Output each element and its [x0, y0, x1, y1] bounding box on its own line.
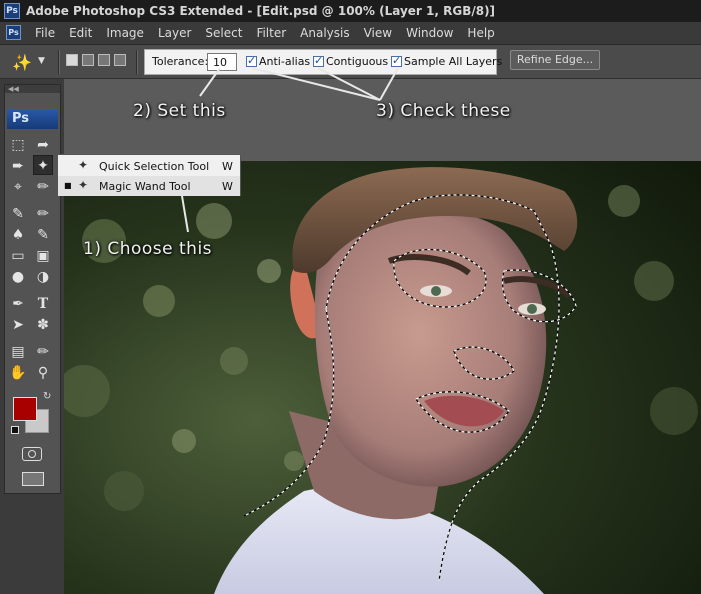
- menu-image[interactable]: Image: [99, 22, 151, 44]
- annotation-check: 3) Check these: [376, 101, 511, 121]
- clone-stamp-icon[interactable]: ♠: [8, 225, 28, 245]
- title-bar: Ps Adobe Photoshop CS3 Extended - [Edit.…: [0, 0, 701, 22]
- magic-wand-tool-icon[interactable]: ✦: [33, 155, 53, 175]
- contiguous-checkbox[interactable]: [313, 54, 324, 67]
- window-title: Adobe Photoshop CS3 Extended - [Edit.psd…: [26, 4, 496, 18]
- menu-view[interactable]: View: [357, 22, 399, 44]
- menu-bar: Ps File Edit Image Layer Select Filter A…: [0, 22, 701, 45]
- magic-wand-shortcut: W: [222, 180, 233, 193]
- menu-layer[interactable]: Layer: [151, 22, 198, 44]
- contiguous-label: Contiguous: [326, 55, 389, 68]
- menu-window[interactable]: Window: [399, 22, 460, 44]
- photo-image: [64, 161, 701, 594]
- photoshop-logo[interactable]: Ps: [7, 109, 58, 129]
- crop-tool-icon[interactable]: ⌖: [8, 177, 28, 197]
- document-canvas[interactable]: [64, 161, 701, 594]
- options-bar: ✨ ▼ Tolerance: 10 Anti-alias Contiguous …: [0, 45, 701, 79]
- menu-help[interactable]: Help: [460, 22, 501, 44]
- path-selection-icon[interactable]: ➤: [8, 315, 28, 335]
- brush-tool-icon[interactable]: ✏: [33, 204, 53, 224]
- wand-options-panel: Tolerance: 10 Anti-alias Contiguous Samp…: [144, 49, 502, 75]
- quick-selection-icon: ✦: [78, 158, 89, 172]
- blur-tool-icon[interactable]: ●: [8, 267, 28, 287]
- move-tool-icon[interactable]: ➦: [33, 135, 53, 155]
- eyedropper-tool-icon[interactable]: ✏: [33, 177, 53, 197]
- tool-preset-picker[interactable]: ✨ ▼: [8, 51, 52, 73]
- history-brush-icon[interactable]: ✎: [33, 225, 53, 245]
- sample-all-layers-checkbox[interactable]: [391, 54, 402, 67]
- quick-mask-icon[interactable]: [22, 447, 42, 461]
- selection-modes: [66, 54, 126, 66]
- quick-selection-tool-item[interactable]: ✦ Quick Selection Tool W: [58, 156, 240, 176]
- shape-tool-icon[interactable]: ✽: [33, 315, 53, 335]
- subtract-from-selection-button[interactable]: [98, 54, 110, 66]
- intersect-selection-button[interactable]: [114, 54, 126, 66]
- menu-filter[interactable]: Filter: [249, 22, 293, 44]
- default-colors-icon[interactable]: [11, 426, 19, 434]
- menu-analysis[interactable]: Analysis: [293, 22, 356, 44]
- anti-alias-checkbox[interactable]: [246, 54, 257, 67]
- annotation-choose: 1) Choose this: [83, 239, 213, 259]
- magic-wand-tool-item[interactable]: ■ ✦ Magic Wand Tool W: [58, 176, 240, 196]
- marquee-tool-icon[interactable]: ⬚: [8, 135, 28, 155]
- toolbox-grip[interactable]: ◀◀: [5, 85, 60, 93]
- new-selection-button[interactable]: [66, 54, 78, 66]
- dodge-tool-icon[interactable]: ◑: [33, 267, 53, 287]
- active-bullet-icon: ■: [64, 181, 72, 190]
- magic-wand-label: Magic Wand Tool: [99, 180, 191, 193]
- gradient-tool-icon[interactable]: ▣: [33, 246, 53, 266]
- screen-mode-icon[interactable]: [22, 472, 44, 486]
- chevron-down-icon: ▼: [38, 56, 45, 66]
- type-tool-icon[interactable]: T: [33, 294, 53, 314]
- eyedropper-icon[interactable]: ✏: [33, 342, 53, 362]
- toolbox: ◀◀ Ps ⬚ ➦ ➨ ✦ ⌖ ✏ ✎ ✏ ♠ ✎ ▭ ▣ ● ◑ ✒ T ➤ …: [4, 84, 61, 494]
- tool-flyout-menu: ✦ Quick Selection Tool W ■ ✦ Magic Wand …: [57, 154, 241, 196]
- quick-selection-shortcut: W: [222, 160, 233, 173]
- lasso-tool-icon[interactable]: ➨: [8, 156, 28, 176]
- add-to-selection-button[interactable]: [82, 54, 94, 66]
- menu-select[interactable]: Select: [198, 22, 249, 44]
- separator: [136, 50, 138, 74]
- magic-wand-icon: ✦: [78, 178, 89, 192]
- sample-all-layers-label: Sample All Layers: [404, 55, 503, 68]
- anti-alias-label: Anti-alias: [259, 55, 311, 68]
- photoshop-app-icon: Ps: [4, 3, 20, 19]
- healing-brush-icon[interactable]: ✎: [8, 204, 28, 224]
- foreground-color-swatch[interactable]: [13, 397, 37, 421]
- quick-selection-label: Quick Selection Tool: [99, 160, 210, 173]
- menu-edit[interactable]: Edit: [62, 22, 99, 44]
- swap-colors-icon[interactable]: ↻: [43, 391, 51, 402]
- annotation-set: 2) Set this: [133, 101, 226, 121]
- magic-wand-icon: ✨: [12, 53, 32, 72]
- eraser-tool-icon[interactable]: ▭: [8, 246, 28, 266]
- menu-app-icon[interactable]: Ps: [6, 25, 21, 40]
- zoom-tool-icon[interactable]: ⚲: [33, 363, 53, 383]
- tolerance-input[interactable]: 10: [207, 53, 237, 71]
- tolerance-label: Tolerance:: [152, 55, 209, 68]
- refine-edge-button[interactable]: Refine Edge...: [510, 50, 600, 70]
- hand-tool-icon[interactable]: ✋: [8, 363, 28, 383]
- pen-tool-icon[interactable]: ✒: [8, 294, 28, 314]
- menu-file[interactable]: File: [28, 22, 62, 44]
- separator: [58, 50, 60, 74]
- notes-tool-icon[interactable]: ▤: [8, 342, 28, 362]
